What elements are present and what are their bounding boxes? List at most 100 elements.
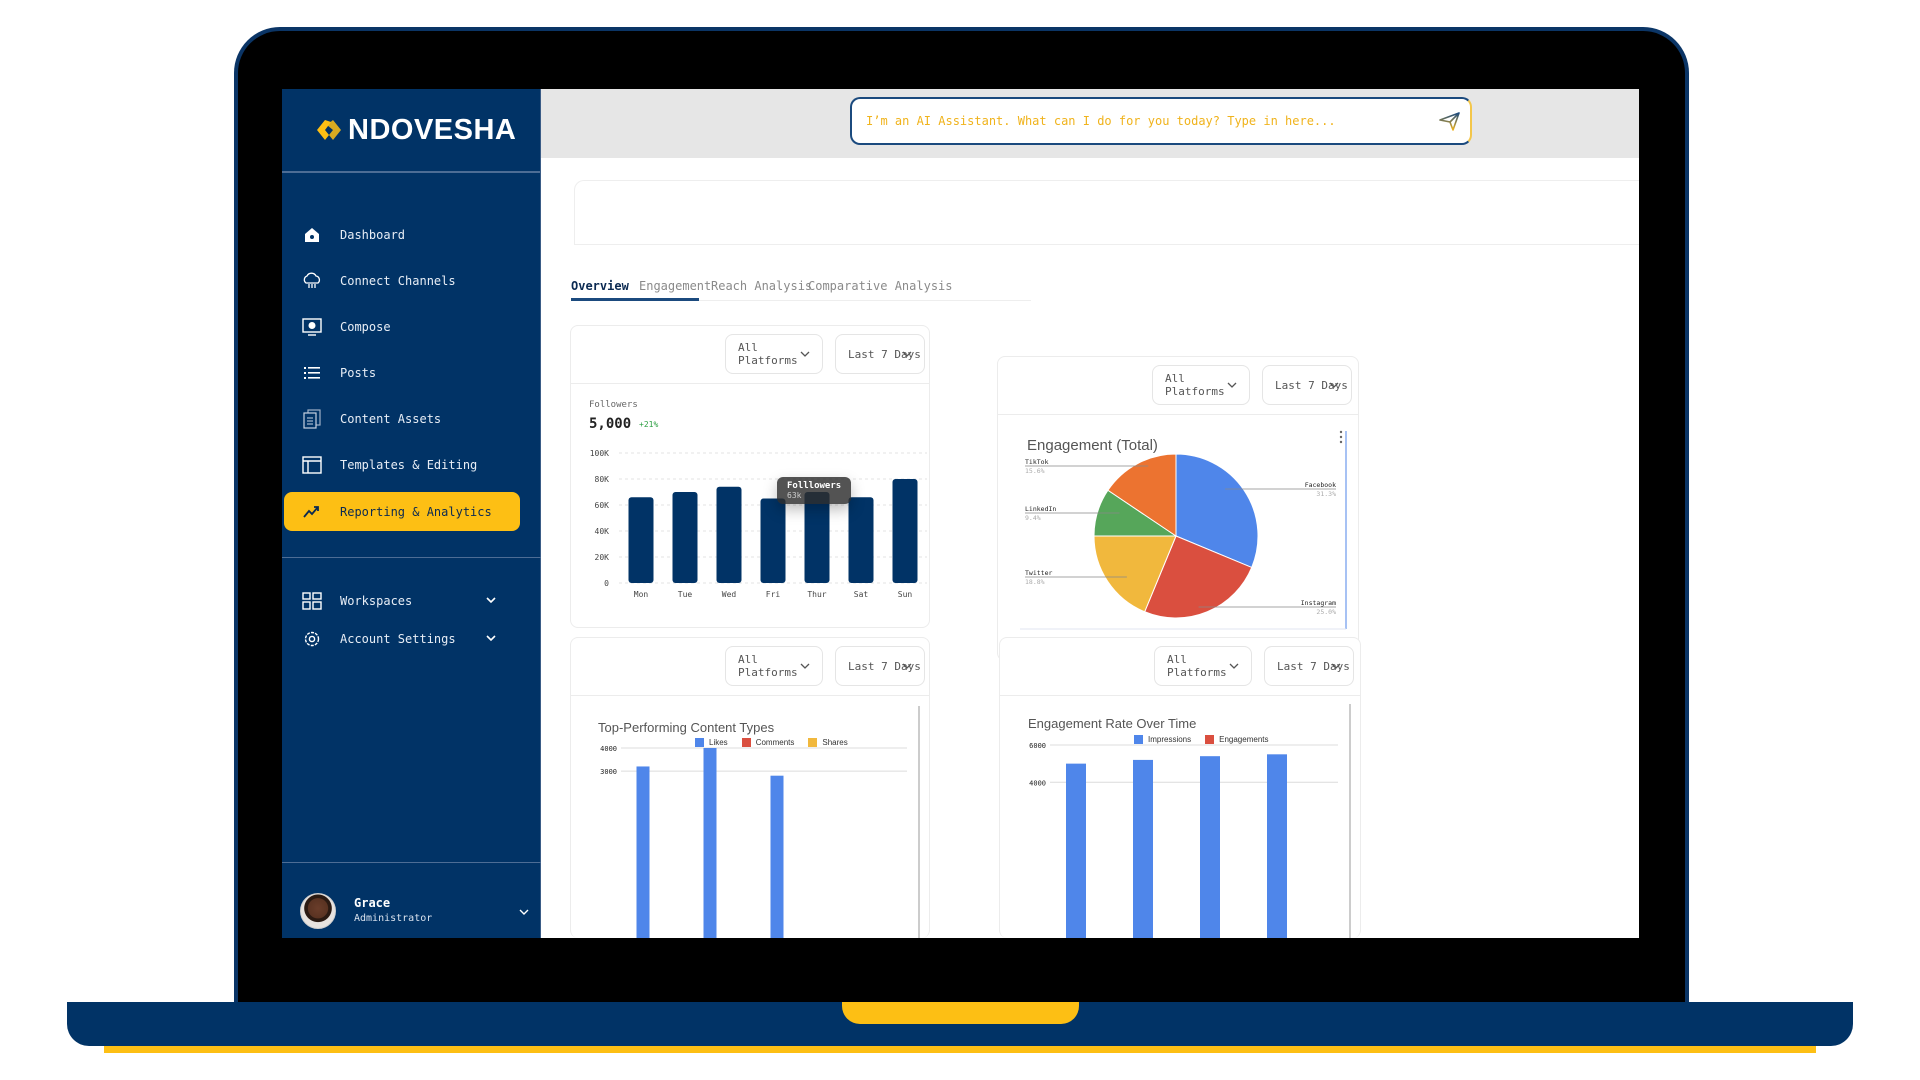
y-tick-label: 40K [595,527,610,536]
bar [848,497,874,583]
tab-engagement[interactable]: Engagement [639,279,711,293]
bar [1066,763,1086,938]
chart-tooltip: Folllowers 63k [777,477,852,504]
brand-logo[interactable]: NDOVESHA [282,89,540,173]
active-tab-indicator [571,298,699,301]
more-vertical-icon[interactable] [1338,429,1344,445]
ai-assistant-input[interactable]: I’m an AI Assistant. What can I do for y… [850,97,1472,145]
summary-card [574,180,1639,245]
y-tick-label: 6000 [1029,742,1046,750]
trend-icon [302,502,322,522]
chevron-down-icon[interactable] [486,633,496,643]
pie-pct-label: 31.3% [1316,490,1336,498]
y-tick-label: 4000 [600,745,617,753]
monitor-icon [302,317,322,337]
sidebar-item-label: Posts [340,365,377,380]
y-tick-label: 3000 [600,768,617,776]
pie-label: Instagram [1301,599,1336,607]
user-profile[interactable]: Grace Administrator [282,862,541,938]
x-tick-label: Wed [722,590,737,599]
bar [628,497,654,583]
bar [770,775,784,938]
sidebar-item-label: Templates & Editing [340,457,478,472]
followers-bar-chart: 0 20K 40K 60K 80K 100K Mon Tue Wed Fri Thur Sat Sun [590,449,927,599]
main-content: Overview Engagement Reach Analysis Compa… [541,158,1639,938]
sidebar-item-compose[interactable]: Compose [284,307,520,346]
app-screen: NDOVESHA Dashboard Connect Channels Comp… [282,89,1639,938]
engagement-total-card: All Platforms Last 7 Days Engagement (To… [997,356,1359,661]
chevron-down-icon[interactable] [519,907,529,917]
sidebar-item-content-assets[interactable]: Content Assets [284,399,520,438]
y-tick-label: 20K [595,553,610,562]
pie-pct-label: 9.4% [1025,514,1041,522]
content-types-card: All Platforms Last 7 Days Top-Performing… [570,637,930,938]
bar [760,498,786,583]
pie-label: LinkedIn [1025,505,1056,513]
x-tick-label: Sun [898,590,913,599]
cloud-icon [302,271,322,291]
top-bar: I’m an AI Assistant. What can I do for y… [541,89,1639,158]
y-tick-label: 0 [604,579,609,588]
tooltip-value: 63k [787,491,802,500]
tab-reach-analysis[interactable]: Reach Analysis [711,279,812,293]
x-tick-label: Sat [854,590,869,599]
x-tick-label: Fri [766,590,781,599]
x-tick-label: Tue [678,590,693,599]
laptop-notch [842,1002,1079,1024]
sidebar-group-workspaces[interactable]: Workspaces [284,581,520,620]
home-icon [302,225,322,245]
tab-comparative-analysis[interactable]: Comparative Analysis [808,279,953,293]
sidebar-group-label: Workspaces [340,593,413,608]
laptop-base-shadow [104,1046,1816,1053]
analytics-tabs: Overview Engagement Reach Analysis Compa… [571,273,1031,301]
sidebar-item-templates-editing[interactable]: Templates & Editing [284,445,520,484]
sidebar-item-dashboard[interactable]: Dashboard [284,215,520,254]
tooltip-title: Folllowers [787,481,842,491]
bar [1267,754,1287,938]
sidebar-item-label: Reporting & Analytics [340,504,492,519]
sidebar-item-label: Connect Channels [340,273,456,288]
bar [636,766,650,938]
y-tick-label: 80K [595,475,610,484]
layout-icon [302,455,322,475]
pie-label: Facebook [1305,481,1336,489]
bar [672,492,698,583]
list-icon [302,363,322,383]
grid-icon [302,591,322,611]
y-tick-label: 100K [590,449,609,458]
bar [1200,756,1220,938]
sidebar-divider [282,557,541,558]
ai-assistant-placeholder: I’m an AI Assistant. What can I do for y… [866,114,1336,128]
pie-pct-label: 18.8% [1025,578,1045,586]
sidebar-item-label: Content Assets [340,411,442,426]
bar [1133,759,1153,938]
sidebar-group-account-settings[interactable]: Account Settings [284,619,520,658]
chevron-down-icon[interactable] [486,595,496,605]
tab-overview[interactable]: Overview [571,279,629,293]
y-tick-label: 4000 [1029,779,1046,787]
pie-label: Twitter [1025,569,1052,577]
sidebar-item-label: Dashboard [340,227,406,242]
sidebar: NDOVESHA Dashboard Connect Channels Comp… [282,89,541,938]
engagement-rate-card: All Platforms Last 7 Days Engagement Rat… [999,637,1361,938]
gear-icon [302,629,322,649]
engagement-pie-chart: Facebook31.3% Instagram25.0% Twitter18.8% L… [1020,431,1347,630]
avatar [300,893,336,929]
documents-icon [302,408,322,429]
bar [703,748,717,938]
user-name: Grace [354,896,391,910]
user-role: Administrator [354,913,433,924]
sidebar-item-connect-channels[interactable]: Connect Channels [284,261,520,300]
bar [804,492,830,583]
x-tick-label: Thur [807,590,826,599]
sidebar-item-reporting-analytics[interactable]: Reporting & Analytics [284,492,520,531]
y-tick-label: 60K [595,501,610,510]
followers-card: All Platforms Last 7 Days Followers 5,00… [570,325,930,628]
sidebar-item-label: Compose [340,319,391,334]
send-icon[interactable] [1438,110,1462,132]
pie-pct-label: 25.0% [1316,608,1336,616]
logo-icon [317,120,341,140]
content-types-bar-chart: 3000 4000 [600,706,920,938]
sidebar-item-posts[interactable]: Posts [284,353,520,392]
pie-pct-label: 15.6% [1025,467,1045,475]
